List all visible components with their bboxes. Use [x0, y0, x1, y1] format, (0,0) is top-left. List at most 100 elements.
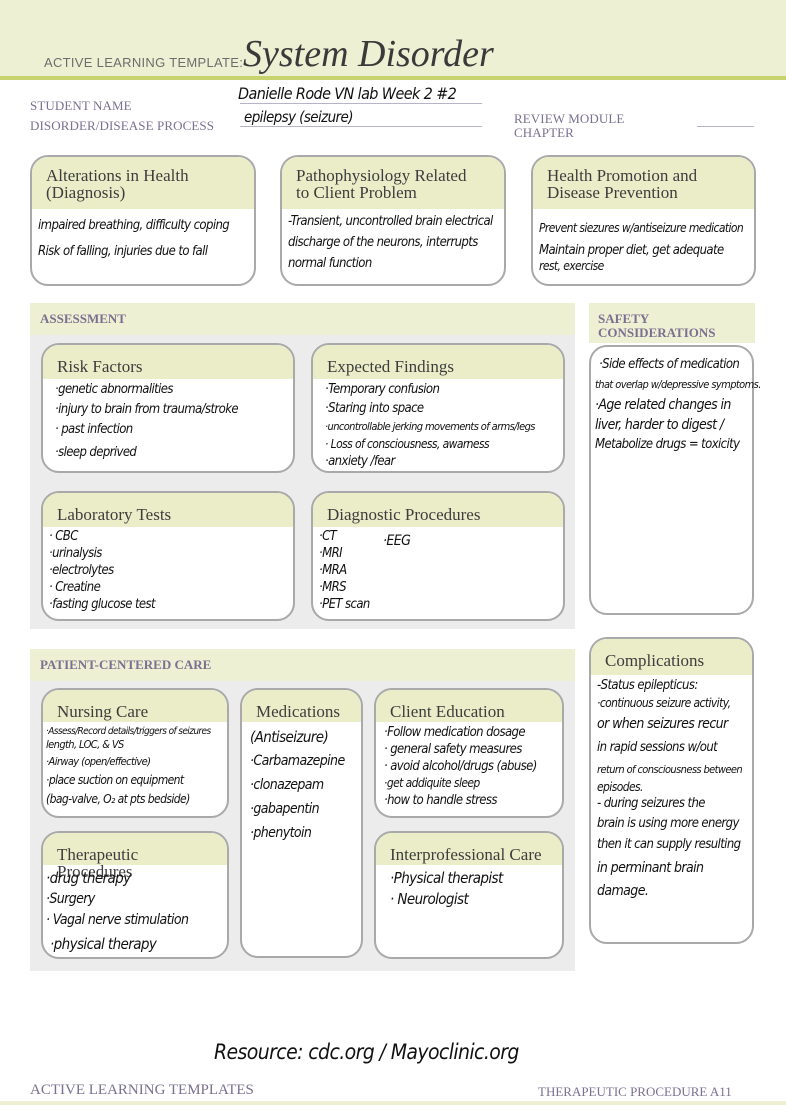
entry-line[interactable]: ·CT [319, 528, 559, 545]
entry-line[interactable]: ·place suction on equipment [46, 771, 223, 790]
card-therapeutic-procedures: Therapeutic Procedures ·drug therapy ·Su… [41, 831, 229, 959]
entry-line[interactable]: ·Carbamazepine [250, 749, 357, 773]
entry-line[interactable]: ·genetic abnormalities [55, 380, 289, 400]
entry-line[interactable]: ·Side effects of medication [595, 355, 748, 375]
card-title: Expected Findings [313, 345, 563, 379]
entry-line[interactable]: · past infection [55, 420, 289, 440]
entry-line[interactable]: ·get addiquite sleep [384, 775, 558, 792]
entry-line[interactable]: return of consciousness between [597, 760, 748, 780]
card-title: Client Education [376, 690, 562, 722]
chapter-field[interactable] [697, 126, 754, 127]
card-title: Disease Prevention [547, 183, 678, 202]
card-diagnostic-procedures: Diagnostic Procedures ·CT ·MRI ·MRA ·MRS… [311, 491, 565, 621]
student-name-field[interactable]: Danielle Rode VN lab Week 2 #2 [238, 84, 457, 103]
disorder-field[interactable]: epilepsy (seizure) [244, 108, 353, 126]
entry-line[interactable]: Risk of falling, injuries due to fall [38, 239, 250, 265]
entry-line[interactable]: ·drug therapy [46, 867, 223, 889]
entry-line[interactable]: or when seizures recur [597, 712, 748, 736]
entry-line[interactable]: (Antiseizure) [250, 725, 357, 749]
entry-line[interactable]: damage. [597, 880, 748, 902]
entry-line[interactable]: liver, harder to digest / [595, 415, 748, 435]
entry-line[interactable]: ·clonazepam [250, 773, 357, 797]
disorder-underline [240, 126, 482, 127]
entry-line[interactable]: ·fasting glucose test [49, 596, 289, 613]
entry-line[interactable]: ·PET scan [319, 596, 559, 613]
entry-line[interactable]: ·how to handle stress [384, 792, 558, 809]
entry-line[interactable]: ·Temporary confusion [325, 380, 559, 399]
entry-line[interactable]: ·anxiety /fear [325, 454, 559, 469]
card-expected-findings: Expected Findings ·Temporary confusion ·… [311, 343, 565, 473]
entry-line[interactable]: that overlap w/depressive symptoms. [595, 375, 761, 395]
entry-line[interactable]: ·MRI [319, 545, 559, 562]
card-title: to Client Problem [296, 183, 417, 202]
entry-line[interactable]: ·EEG [383, 532, 411, 550]
entry-line[interactable]: · Creatine [49, 579, 289, 596]
page-title: System Disorder [243, 33, 494, 75]
diagnostic-column-2: ·EEG [383, 532, 411, 550]
card-title: Diagnostic Procedures [313, 493, 563, 527]
entry-line[interactable]: -Transient, uncontrolled brain electrica… [288, 211, 500, 232]
entry-line[interactable]: Prevent siezures w/antiseizure medicatio… [539, 213, 750, 243]
card-title: Medications [242, 690, 361, 722]
card-title: Laboratory Tests [43, 493, 293, 527]
disorder-label: DISORDER/DISEASE PROCESS [30, 118, 215, 133]
entry-line[interactable]: in perminant brain [597, 856, 748, 880]
entry-line[interactable]: ·gabapentin [250, 797, 357, 821]
entry-line[interactable]: rest, exercise [539, 259, 750, 273]
footer-page-id: THERAPEUTIC PROCEDURE A11 [538, 1084, 732, 1099]
entry-line[interactable]: · CBC [49, 528, 289, 545]
card-medications: Medications (Antiseizure) ·Carbamazepine… [240, 688, 363, 958]
footer-template-name: ACTIVE LEARNING TEMPLATES [30, 1082, 254, 1098]
card-title: Therapeutic Procedures [43, 833, 227, 880]
entry-line[interactable]: ·uncontrollable jerking movements of arm… [325, 418, 559, 435]
card-title: Pathophysiology Related [296, 166, 467, 185]
entry-line[interactable]: in rapid sessions w/out [597, 736, 748, 760]
entry-line[interactable]: ·injury to brain from trauma/stroke [55, 400, 289, 420]
chapter-label: CHAPTER [514, 125, 574, 140]
student-name-underline [240, 103, 482, 104]
entry-line[interactable]: Metabolize drugs = toxicity [595, 435, 748, 455]
entry-line[interactable]: normal function [288, 253, 500, 274]
entry-line[interactable]: ·Staring into space [325, 399, 559, 418]
entry-line[interactable]: · general safety measures [384, 741, 558, 758]
entry-line[interactable]: brain is using more energy [597, 814, 748, 834]
entry-line[interactable]: ·electrolytes [49, 562, 289, 579]
entry-line[interactable]: ·sleep deprived [55, 440, 289, 466]
entry-line[interactable]: ·MRA [319, 562, 559, 579]
card-title: Complications [591, 639, 752, 675]
entry-line[interactable]: ·Surgery [46, 889, 223, 909]
entry-line[interactable]: episodes. [597, 780, 748, 794]
entry-line[interactable]: impaired breathing, difficulty coping [38, 213, 250, 239]
entry-line[interactable]: ·Assess/Record details/triggers of seizu… [46, 725, 223, 738]
card-title: Risk Factors [43, 345, 293, 379]
entry-line[interactable]: ·Age related changes in [595, 395, 748, 415]
entry-line[interactable]: (bag-valve, O₂ at pts bedside) [46, 790, 223, 809]
entry-line[interactable]: ·Follow medication dosage [384, 724, 558, 741]
entry-line[interactable]: - during seizures the [597, 794, 748, 814]
entry-line[interactable]: ·MRS [319, 579, 559, 596]
entry-line[interactable]: discharge of the neurons, interrupts [288, 232, 500, 253]
patient-centered-care-heading: PATIENT-CENTERED CARE [30, 649, 575, 681]
assessment-heading: ASSESSMENT [30, 303, 575, 335]
entry-line[interactable]: Maintain proper diet, get adequate [539, 243, 750, 259]
card-title: Alterations in Health [46, 166, 189, 185]
entry-line[interactable]: -Status epilepticus: [597, 678, 748, 694]
entry-line[interactable]: · avoid alcohol/drugs (abuse) [384, 758, 558, 775]
card-nursing-care: Nursing Care ·Assess/Record details/trig… [41, 688, 229, 818]
entry-line[interactable]: ·physical therapy [46, 931, 223, 957]
entry-line[interactable]: then it can supply resulting [597, 834, 748, 856]
card-client-education: Client Education ·Follow medication dosa… [374, 688, 564, 818]
resource-note: Resource: cdc.org / Mayoclinic.org [214, 1040, 519, 1064]
entry-line[interactable]: · Vagal nerve stimulation [46, 909, 223, 931]
entry-line[interactable]: ·urinalysis [49, 545, 289, 562]
card-alterations-in-health: Alterations in Health (Diagnosis) impair… [30, 155, 256, 286]
entry-line[interactable]: ·Airway (open/effective) [46, 752, 223, 771]
entry-line[interactable]: ·continuous seizure activity, [597, 694, 748, 712]
entry-line[interactable]: · Loss of consciousness, awarness [325, 435, 559, 454]
template-kicker: ACTIVE LEARNING TEMPLATE: [44, 55, 244, 70]
entry-line[interactable]: ·phenytoin [250, 821, 357, 845]
card-title: (Diagnosis) [46, 183, 126, 202]
entry-line[interactable]: length, LOC, & VS [46, 738, 223, 752]
entry-line[interactable]: · Neurologist [390, 889, 558, 910]
entry-line[interactable]: ·Physical therapist [390, 868, 558, 889]
